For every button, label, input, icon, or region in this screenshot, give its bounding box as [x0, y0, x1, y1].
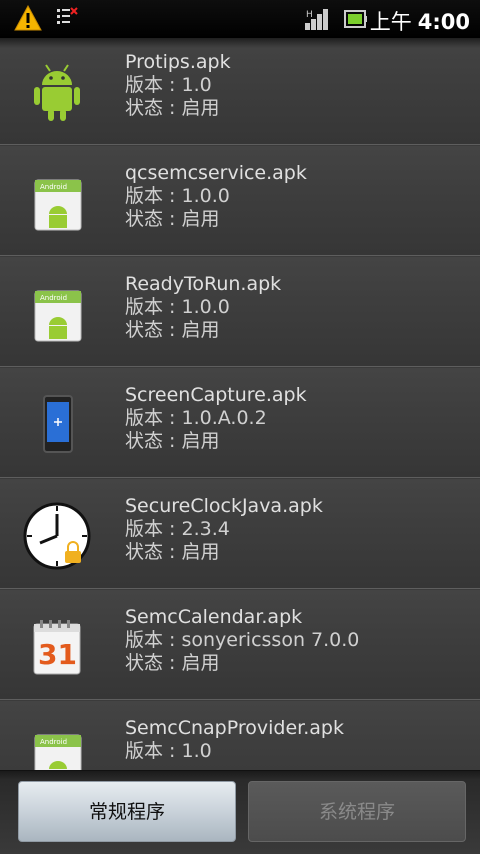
- scroll-shadow: [0, 38, 480, 48]
- warning-icon: [14, 5, 42, 31]
- app-list[interactable]: Protips.apk 版本 : 1.0 状态 : 启用 Android qcs…: [0, 38, 480, 770]
- list-item[interactable]: Android SemcCnapProvider.apk 版本 : 1.0: [0, 701, 480, 770]
- calendar-icon: 31: [33, 620, 81, 675]
- app-status: 状态 : 启用: [125, 430, 220, 452]
- clock-time: 4:00: [417, 10, 470, 34]
- svg-text:31: 31: [38, 638, 77, 671]
- app-texts: Protips.apk 版本 : 1.0 状态 : 启用: [125, 51, 231, 120]
- clock-lock-icon: [23, 502, 91, 570]
- app-status: 状态 : 启用: [125, 97, 220, 119]
- app-texts: qcsemcservice.apk 版本 : 1.0.0 状态 : 启用: [125, 162, 307, 231]
- app-status: 状态 : 启用: [125, 319, 220, 341]
- usb-debug-icon: [57, 7, 78, 24]
- signal-icon: H: [305, 9, 328, 30]
- app-name: Protips.apk: [125, 51, 231, 73]
- app-texts: SemcCalendar.apk 版本 : sonyericsson 7.0.0…: [125, 606, 359, 675]
- app-version: 版本 : 1.0.0: [125, 185, 230, 207]
- android-package-icon: Android: [34, 179, 82, 231]
- tab-regular-apps[interactable]: 常规程序: [18, 781, 236, 842]
- app-version: 版本 : 1.0.A.0.2: [125, 407, 267, 429]
- screen: H 上午 4:00 Protips.apk 版本: 1.0 状态: 启用 A…: [0, 0, 480, 854]
- app-name: SecureClockJava.apk: [125, 495, 323, 517]
- app-name: SemcCnapProvider.apk: [125, 717, 344, 739]
- app-name: qcsemcservice.apk: [125, 162, 307, 184]
- svg-text:Android: Android: [40, 294, 67, 302]
- app-name: ReadyToRun.apk: [125, 273, 282, 295]
- app-status: 状态 : 启用: [125, 208, 220, 230]
- app-name: SemcCalendar.apk: [125, 606, 303, 628]
- app-status: 状态 : 启用: [125, 541, 220, 563]
- app-version: 版本 : 1.0.0: [125, 296, 230, 318]
- phone-screen-icon: [43, 395, 73, 453]
- clock: 上午 4:00: [370, 6, 470, 36]
- battery-icon: [344, 10, 367, 28]
- android-package-icon: Android: [34, 734, 82, 770]
- android-package-icon: Android: [34, 290, 82, 342]
- clock-ampm: 上午: [369, 10, 412, 34]
- app-texts: SemcCnapProvider.apk 版本 : 1.0: [125, 717, 344, 763]
- status-bar: H 上午 4:00: [0, 0, 480, 38]
- app-version: 版本 : sonyericsson 7.0.0: [125, 629, 360, 651]
- android-robot-icon: [34, 64, 80, 121]
- list-item[interactable]: 31 SemcCalendar.apk 版本 : sonyericsson 7.…: [0, 590, 480, 700]
- app-name: ScreenCapture.apk: [125, 384, 307, 406]
- svg-text:Android: Android: [40, 183, 67, 191]
- list-item[interactable]: Protips.apk 版本 : 1.0 状态 : 启用: [0, 38, 480, 145]
- svg-text:H: H: [306, 10, 313, 20]
- app-version: 版本 : 1.0: [125, 740, 212, 762]
- list-item[interactable]: Android ReadyToRun.apk 版本 : 1.0.0 状态 : 启…: [0, 257, 480, 367]
- app-version: 版本 : 2.3.4: [125, 518, 230, 540]
- list-item[interactable]: Android qcsemcservice.apk 版本 : 1.0.0 状态 …: [0, 146, 480, 256]
- svg-text:Android: Android: [40, 738, 67, 746]
- bottom-tab-bar: 常规程序 系统程序: [0, 770, 480, 854]
- app-texts: ReadyToRun.apk 版本 : 1.0.0 状态 : 启用: [125, 273, 281, 342]
- list-item[interactable]: SecureClockJava.apk 版本 : 2.3.4 状态 : 启用: [0, 479, 480, 589]
- app-version: 版本 : 1.0: [125, 74, 212, 96]
- list-item[interactable]: ScreenCapture.apk 版本 : 1.0.A.0.2 状态 : 启用: [0, 368, 480, 478]
- app-texts: SecureClockJava.apk 版本 : 2.3.4 状态 : 启用: [125, 495, 323, 564]
- app-status: 状态 : 启用: [125, 652, 220, 674]
- tab-system-apps[interactable]: 系统程序: [248, 781, 466, 842]
- app-texts: ScreenCapture.apk 版本 : 1.0.A.0.2 状态 : 启用: [125, 384, 307, 453]
